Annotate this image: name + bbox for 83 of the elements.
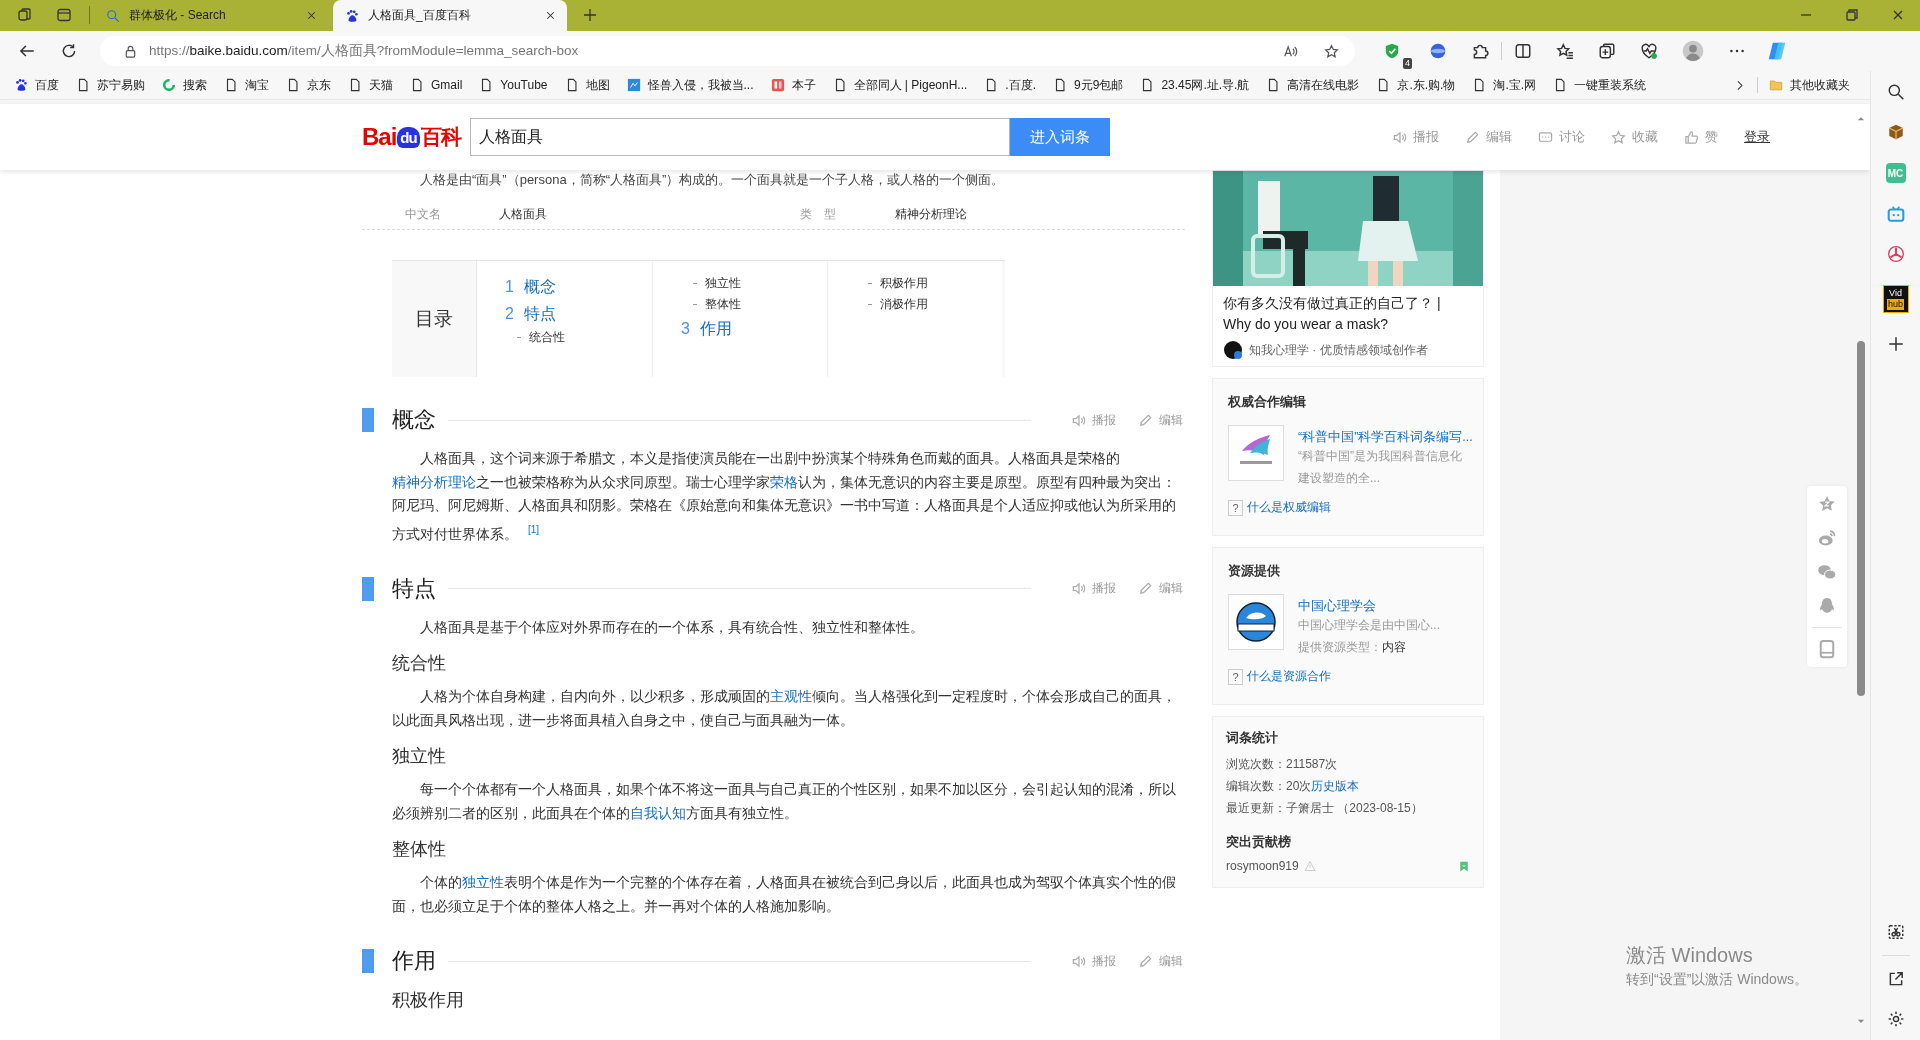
help-link[interactable]: 什么是权威编辑	[1247, 499, 1331, 516]
toc-link[interactable]: 积极作用	[856, 273, 928, 294]
subsection-title: 整体性	[392, 838, 447, 862]
bookmark[interactable]: 天猫	[348, 76, 393, 94]
citation-link[interactable]: [1]	[528, 523, 540, 535]
info-value: 人格面具	[499, 206, 548, 223]
card-title: 突出贡献榜	[1226, 833, 1292, 851]
bookmark[interactable]: 百度	[14, 76, 59, 94]
bookmark[interactable]: 京东	[286, 76, 331, 94]
info-label: 中文名	[405, 206, 442, 223]
link[interactable]: 中国心理学会	[1298, 594, 1440, 614]
browser-tab[interactable]: 群体极化 - Search	[94, 0, 328, 31]
bookmark[interactable]: Gmail	[410, 78, 463, 92]
link[interactable]: 主观性	[770, 688, 812, 705]
extension-badge: 4	[1403, 58, 1412, 69]
toc-link[interactable]: 独立性	[681, 273, 741, 294]
bookmark[interactable]: 怪兽入侵，我被当...	[626, 76, 754, 94]
paragraph: 个体的独立性表明个体是作为一个完整的个体存在着，人格面具在被统合到己身以后，此面具也成为驾驭个体真实个性的假面，也必须立足于个体的整体人格之上。并一再对个体的人格施加影响。	[392, 873, 1177, 916]
contributor-link[interactable]: rosymoon919	[1226, 859, 1299, 873]
browser-tab[interactable]: 人格面具_百度百科	[333, 0, 567, 31]
bookmark[interactable]: 一键重装系统	[1553, 76, 1647, 94]
card-title: 你有多久没有做过真正的自己了？ | Why do you wear a mask?	[1222, 294, 1442, 334]
link[interactable]: 独立性	[462, 874, 504, 891]
bookmark[interactable]: 京.东.购.物	[1376, 76, 1456, 94]
info-value: 精神分析理论	[895, 206, 968, 223]
bookmark[interactable]: 9元9包邮	[1053, 76, 1124, 94]
stat-line: 最近更新：子箫居士 （2023-08-15）	[1226, 800, 1424, 817]
bookmark[interactable]: 淘宝	[224, 76, 269, 94]
paragraph: 人格面具，这个词来源于希腊文，本义是指使演员能在一出剧中扮演某个特殊角色而戴的面具。人格面具是荣格的 精神分析理论之一也被荣格称为从众求同原型。瑞士心理学家荣格认为，集体无意识的内容主要是原型。原型有四种最为突出：阿尼玛、阿尼姆斯、人格面具和阴影。荣格在《原始意向和集体无意识》一书中写道：人格面具是个人适应抑或他认为所采用的方式对付世界体系。 $^{[1]}$	[392, 449, 1177, 544]
activation-notice: 转到“设置”以激活 Windows。	[1626, 970, 1808, 989]
bookmark[interactable]: 苏宁易购	[76, 76, 145, 94]
toc-link[interactable]: 消极作用	[856, 294, 928, 315]
link[interactable]: “科普中国”科学百科词条编写...	[1298, 425, 1473, 445]
bookmark[interactable]: 搜索	[162, 76, 207, 94]
paragraph: 每一个个体都有一个人格面具，如果个体不将这一面具与自己真正的个性区别，如果不加以区分，会引起认知的混淆，所以必须辨别二者的区别，此面具在个体的 自我认知方面具有独立性。	[392, 780, 1177, 823]
question-mark-icon: ?	[1228, 499, 1243, 516]
bookmark[interactable]: 地图	[564, 76, 610, 94]
card-title: 词条统计	[1226, 729, 1279, 747]
info-label: 类 型	[800, 206, 837, 223]
bookmark[interactable]: 高清在线电影	[1266, 76, 1360, 94]
card-title: 权威合作编辑	[1228, 393, 1307, 411]
address-bar[interactable]: https://baike.baidu.com/item/人格面具?fromModule=lemma_search-box	[100, 36, 1355, 66]
resource-type: 提供资源类型：内容	[1298, 639, 1407, 656]
link[interactable]: 历史版本	[1311, 779, 1360, 793]
feature-card[interactable]: 你有多久没有做过真正的自己了？ | Why do you wear a mask? 知我心理学 · 优质情感领域创作者	[1212, 170, 1484, 367]
paragraph: 人格为个体自身构建，自内向外，以少积多，形成顽固的主观性倾向。当人格强化到一定程度时，个体会形成自己的面具，以此面具风格出现，进一步将面具植入自身之中，使自己与面具融为一体。	[392, 687, 1177, 730]
author-name: 知我心理学 · 优质情感领域创作者	[1249, 341, 1428, 359]
bookmark[interactable]: 本子	[770, 76, 816, 94]
app-tile[interactable]: Vid hub	[1882, 285, 1909, 313]
link[interactable]: 荣格	[770, 473, 798, 490]
link[interactable]: 精神分析理论	[392, 473, 476, 490]
question-mark-icon: ?	[1228, 668, 1243, 685]
toc-link[interactable]: 1 概念	[505, 273, 556, 300]
stat-line: 浏览次数：211587次	[1226, 756, 1339, 773]
bookmark-folder[interactable]: 其他收藏夹	[1769, 76, 1850, 94]
bookmark[interactable]: 全部同人 | PigeonH...	[832, 76, 968, 94]
toc-link[interactable]: 统合性	[505, 327, 565, 348]
toc-link[interactable]: 2 特点	[505, 300, 556, 327]
header-link[interactable]: 登录	[1744, 128, 1770, 146]
section-title: 作用	[392, 947, 436, 976]
description: “科普中国”是为我国科普信息化	[1298, 448, 1463, 465]
link[interactable]: 自我认知	[630, 804, 686, 821]
stat-line: 编辑次数：20次历史版本	[1226, 778, 1361, 795]
activation-title: 激活 Windows	[1626, 943, 1754, 968]
help-link[interactable]: 什么是资源合作	[1247, 668, 1331, 685]
subsection-title: 独立性	[392, 745, 447, 769]
logo[interactable]: Bai du 百科	[362, 123, 461, 151]
section-title: 特点	[392, 574, 436, 603]
subsection-title: 统合性	[392, 652, 447, 676]
toc-link[interactable]: 整体性	[681, 294, 741, 315]
bookmark[interactable]: 23.45网.址.导.航	[1140, 76, 1250, 94]
paragraph: 人格面具是基于个体应对外界而存在的一个体系，具有统合性、独立性和整体性。	[419, 617, 925, 637]
bookmark[interactable]: .百度.	[984, 76, 1036, 94]
card-title: 资源提供	[1228, 562, 1281, 580]
bookmark[interactable]: YouTube	[479, 78, 548, 92]
description: 中国心理学会是由中国心...	[1298, 617, 1440, 634]
bookmark[interactable]: 淘.宝.网	[1472, 76, 1537, 94]
search-field[interactable]: 人格面具	[469, 118, 1010, 156]
subsection-title: 积极作用	[392, 989, 465, 1013]
paragraph: 人格是由“面具”（persona，简称“人格面具”）构成的。一个面具就是一个子人格，或人格的一个侧面。	[419, 171, 1006, 189]
toc-link[interactable]: 3 作用	[681, 315, 732, 342]
section-title: 概念	[392, 406, 436, 434]
description: 建设塑造的全...	[1298, 470, 1381, 487]
